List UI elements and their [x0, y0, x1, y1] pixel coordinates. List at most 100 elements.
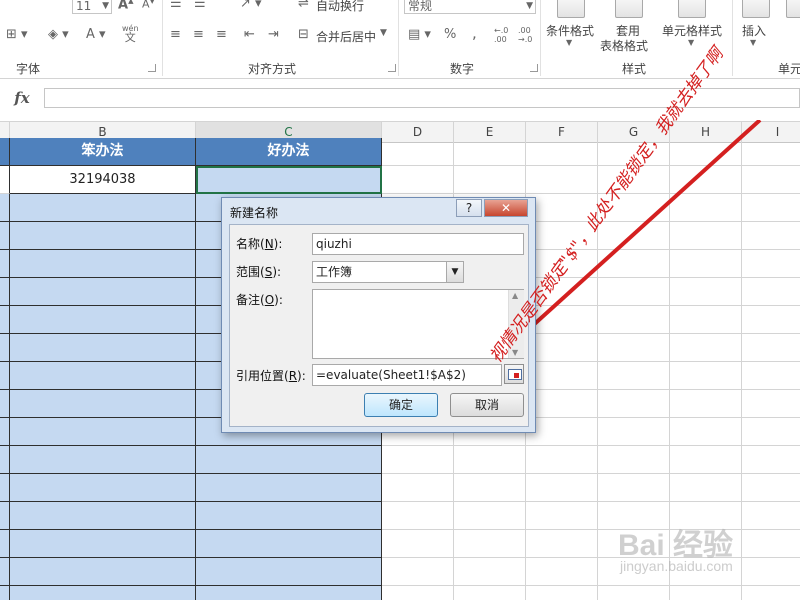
table-cell[interactable] — [196, 446, 382, 474]
table-cell[interactable] — [10, 334, 196, 362]
table-cell[interactable] — [526, 390, 598, 418]
table-cell[interactable] — [10, 502, 196, 530]
table-cell[interactable] — [670, 194, 742, 222]
table-cell[interactable] — [0, 474, 10, 502]
table-cell[interactable] — [196, 474, 382, 502]
number-dialog-launcher[interactable] — [530, 64, 538, 72]
table-cell[interactable] — [670, 390, 742, 418]
table-cell[interactable] — [670, 138, 742, 166]
table-cell[interactable] — [598, 418, 670, 446]
table-cell[interactable] — [10, 306, 196, 334]
table-cell[interactable] — [742, 334, 800, 362]
conditional-format-icon[interactable] — [557, 0, 585, 18]
wrap-text-button[interactable]: 自动换行 — [316, 0, 364, 14]
cell-b1[interactable]: 笨办法 — [10, 138, 196, 166]
table-cell[interactable] — [10, 418, 196, 446]
table-cell[interactable] — [382, 166, 454, 194]
table-cell[interactable] — [10, 586, 196, 600]
table-cell[interactable] — [382, 446, 454, 474]
table-cell[interactable] — [0, 502, 10, 530]
grow-font-icon[interactable]: A▲ — [118, 0, 133, 12]
table-cell[interactable] — [10, 194, 196, 222]
table-cell[interactable] — [10, 558, 196, 586]
table-cell[interactable] — [382, 502, 454, 530]
align-left-icon[interactable]: ≡ — [170, 27, 181, 42]
phonetic-icon[interactable]: wén 文 — [122, 24, 139, 43]
table-cell[interactable] — [670, 306, 742, 334]
increase-decimal-icon[interactable]: ←.0.00 — [494, 26, 508, 44]
table-cell[interactable] — [670, 222, 742, 250]
table-cell[interactable] — [0, 390, 10, 418]
table-cell[interactable] — [598, 446, 670, 474]
table-cell[interactable] — [742, 362, 800, 390]
align-right-icon[interactable]: ≡ — [216, 27, 227, 42]
table-format-button-line2[interactable]: 表格格式 — [600, 37, 648, 54]
table-cell[interactable] — [0, 194, 10, 222]
font-dialog-launcher[interactable] — [148, 64, 156, 72]
table-cell[interactable] — [670, 474, 742, 502]
table-cell[interactable] — [670, 362, 742, 390]
table-cell[interactable] — [382, 530, 454, 558]
refers-to-input[interactable]: =evaluate(Sheet1!$A$2) — [312, 364, 502, 386]
table-cell[interactable] — [670, 446, 742, 474]
collapse-dialog-button[interactable] — [504, 364, 524, 384]
table-cell[interactable] — [10, 222, 196, 250]
table-cell[interactable] — [0, 362, 10, 390]
table-cell[interactable] — [454, 138, 526, 166]
table-cell[interactable] — [742, 278, 800, 306]
increase-indent-icon[interactable]: ⇥ — [268, 27, 279, 42]
table-cell[interactable] — [196, 586, 382, 600]
table-cell[interactable] — [454, 502, 526, 530]
cell-c1[interactable]: 好办法 — [196, 138, 382, 166]
table-cell[interactable] — [742, 222, 800, 250]
decrease-indent-icon[interactable]: ⇤ — [244, 27, 255, 42]
scope-select[interactable]: 工作簿 ▼ — [312, 261, 464, 283]
close-button[interactable]: ✕ — [484, 199, 528, 217]
cell-a2[interactable] — [0, 166, 10, 194]
table-cell[interactable] — [526, 474, 598, 502]
alignment-dialog-launcher[interactable] — [388, 64, 396, 72]
table-cell[interactable] — [598, 306, 670, 334]
table-cell[interactable] — [742, 250, 800, 278]
table-cell[interactable] — [0, 558, 10, 586]
percent-icon[interactable]: % — [444, 27, 456, 42]
table-cell[interactable] — [0, 418, 10, 446]
number-format-combo[interactable]: 常规 ▼ — [404, 0, 536, 14]
table-cell[interactable] — [196, 530, 382, 558]
table-cell[interactable] — [670, 166, 742, 194]
table-cell[interactable] — [0, 250, 10, 278]
table-cell[interactable] — [0, 530, 10, 558]
cell-styles-button[interactable]: 单元格样式 — [662, 22, 722, 39]
cell-styles-icon[interactable] — [678, 0, 706, 18]
cell-b2[interactable]: 32194038 — [10, 166, 196, 194]
table-cell[interactable] — [382, 138, 454, 166]
active-cell-c2[interactable] — [196, 166, 382, 194]
table-cell[interactable] — [0, 222, 10, 250]
orientation-icon[interactable]: ↗ ▾ — [240, 0, 262, 11]
table-cell[interactable] — [526, 138, 598, 166]
table-cell[interactable] — [0, 586, 10, 600]
align-middle-icon[interactable]: ☰ — [194, 0, 206, 11]
table-cell[interactable] — [598, 222, 670, 250]
table-cell[interactable] — [742, 418, 800, 446]
font-size-combo[interactable]: 11 ▼ — [72, 0, 112, 14]
table-cell[interactable] — [196, 502, 382, 530]
table-cell[interactable] — [670, 334, 742, 362]
table-cell[interactable] — [526, 362, 598, 390]
table-format-icon[interactable] — [615, 0, 643, 18]
table-cell[interactable] — [526, 334, 598, 362]
table-cell[interactable] — [196, 558, 382, 586]
table-cell[interactable] — [454, 166, 526, 194]
table-cell[interactable] — [526, 558, 598, 586]
table-cell[interactable] — [742, 306, 800, 334]
table-cell[interactable] — [0, 278, 10, 306]
table-cell[interactable] — [598, 334, 670, 362]
table-cell[interactable] — [0, 446, 10, 474]
table-cell[interactable] — [10, 446, 196, 474]
table-cell[interactable] — [382, 558, 454, 586]
table-cell[interactable] — [454, 558, 526, 586]
name-input[interactable]: qiuzhi — [312, 233, 524, 255]
table-cell[interactable] — [10, 278, 196, 306]
align-top-icon[interactable]: ☰ — [170, 0, 182, 11]
table-cell[interactable] — [742, 138, 800, 166]
